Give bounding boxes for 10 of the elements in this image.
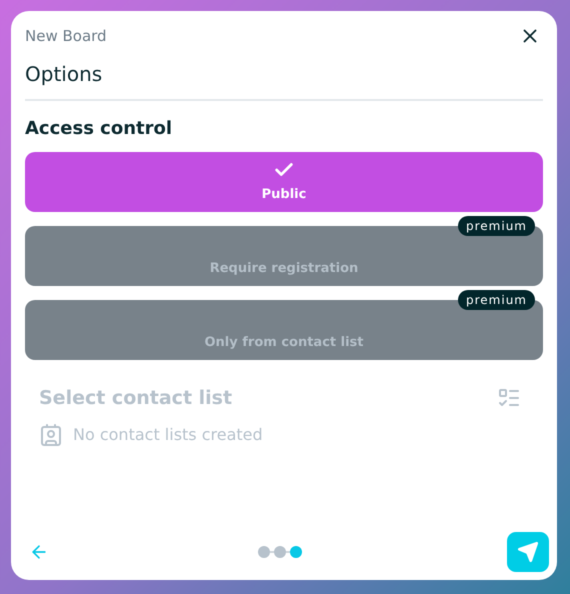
empty-message: No contact lists created <box>73 424 263 446</box>
dialog-subtitle: New Board <box>25 26 107 47</box>
access-option[interactable]: Public <box>25 152 543 212</box>
contact-card-icon <box>39 422 63 446</box>
premium-badge: premium <box>458 290 535 310</box>
premium-badge: premium <box>458 216 535 236</box>
dialog-title: Options <box>25 59 543 101</box>
send-icon <box>517 541 539 563</box>
section-heading: Access control <box>25 117 174 141</box>
send-button[interactable] <box>507 532 549 572</box>
